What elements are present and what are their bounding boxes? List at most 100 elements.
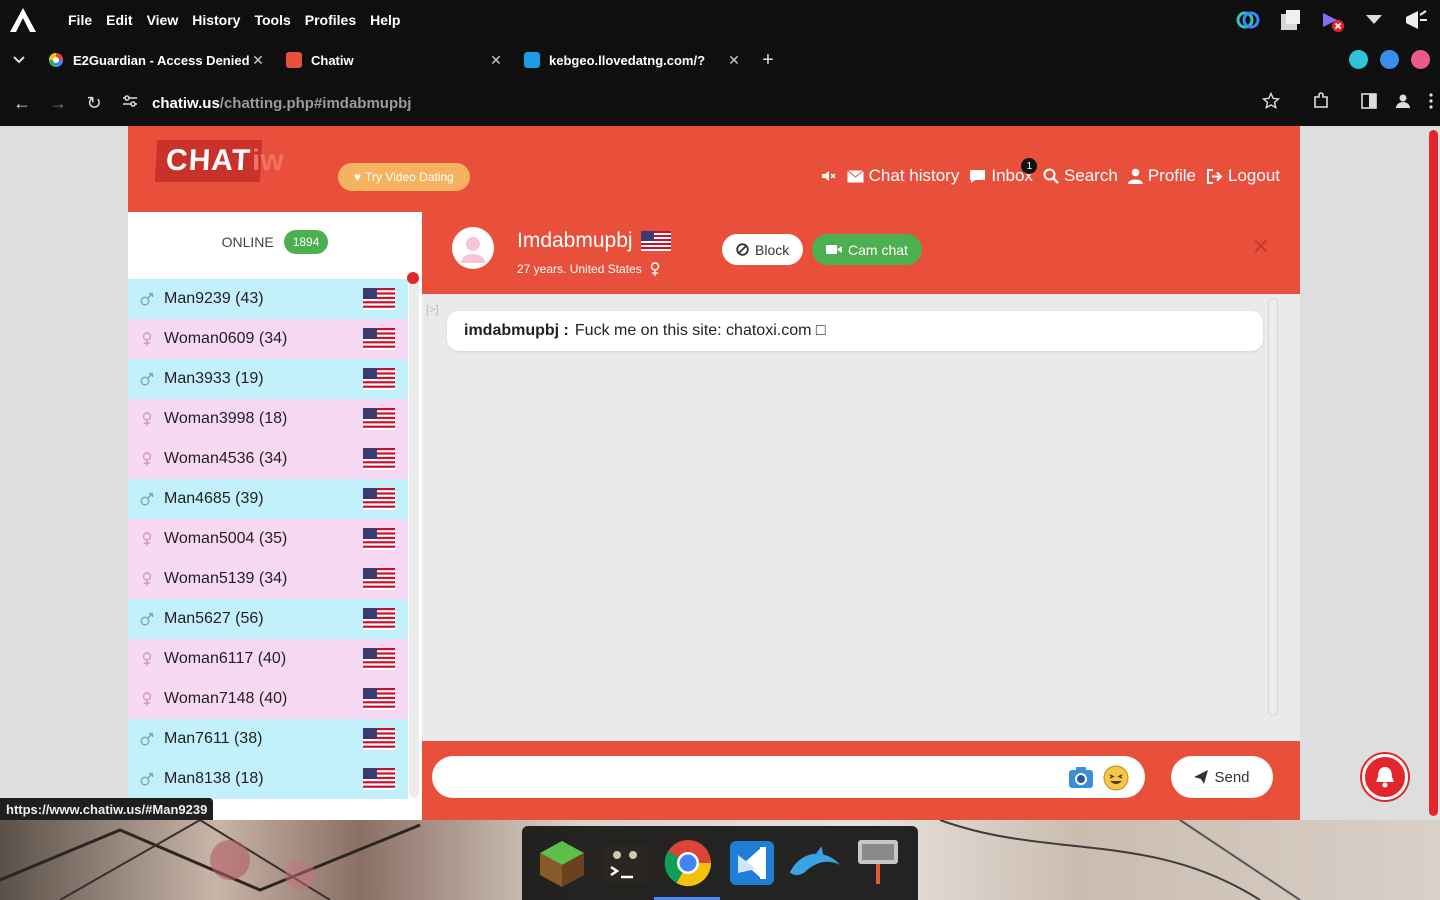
user-list-item[interactable]: Woman7148 (40) [128,679,408,719]
user-list-item[interactable]: Woman0609 (34) [128,319,408,359]
vpn-error-icon[interactable] [1318,6,1346,34]
menu-profiles[interactable]: Profiles [305,12,356,28]
tab-kebgeo[interactable]: kebgeo.llovedatng.com/? ✕ [514,40,752,80]
close-tab-icon[interactable]: ✕ [250,52,266,69]
bookmark-star-icon[interactable] [1261,91,1281,115]
site-settings-icon[interactable] [122,94,138,112]
user-list-item[interactable]: Woman6117 (40) [128,639,408,679]
message-input[interactable] [432,756,1145,798]
profile-link[interactable]: Profile [1127,166,1196,186]
window-dot-icon[interactable] [1411,50,1430,69]
sidebar-scrollbar[interactable] [409,274,419,798]
female-symbol-icon [140,532,154,546]
vscode-icon[interactable] [725,836,779,890]
megaphone-icon[interactable] [1402,6,1430,34]
menu-file[interactable]: File [68,12,92,28]
user-list-item[interactable]: Woman5139 (34) [128,559,408,599]
speaker-mute-icon [821,171,836,181]
user-list-item[interactable]: Man3933 (19) [128,359,408,399]
chevron-down-icon[interactable] [1360,6,1388,34]
inbox-link[interactable]: Inbox 1 [969,158,1038,186]
chrome-icon[interactable] [661,836,715,890]
messages-scrollbar[interactable] [1268,298,1278,716]
online-label: ONLINE [221,234,274,250]
user-list-item[interactable]: Man7611 (38) [128,719,408,759]
partner-name[interactable]: Imdabmupbj [517,229,633,253]
message-area: [>] imdabmupbj : Fuck me on this site: c… [422,294,1300,740]
cam-chat-button[interactable]: Cam chat [812,234,922,265]
user-list-item[interactable]: Man8138 (18) [128,759,408,799]
video-dating-label: Try Video Dating [365,170,454,184]
partner-name-row: Imdabmupbj [517,229,671,253]
search-label: Search [1063,166,1118,185]
sync-icon[interactable] [1234,6,1262,34]
menu-help[interactable]: Help [370,12,400,28]
user-name: Woman0609 (34) [164,330,288,347]
us-flag-icon [363,488,395,510]
mute-button[interactable] [821,169,837,183]
try-video-dating-button[interactable]: ♥ Try Video Dating [338,163,470,191]
text-editor-icon[interactable] [851,836,905,890]
page-scrollbar-thumb[interactable] [1429,130,1438,816]
user-list-item[interactable]: Woman3998 (18) [128,399,408,439]
message-composer: Send [422,741,1300,820]
terminal-icon[interactable] [598,836,652,890]
tab-chatiw[interactable]: Chatiw ✕ [276,40,514,80]
page-viewport: CHAT iw ♥ Try Video Dating Chat history … [0,126,1440,820]
logo-iw-text: iw [252,144,284,177]
video-camera-icon [826,245,842,254]
camera-upload-icon[interactable] [1068,765,1094,794]
close-tab-icon[interactable]: ✕ [488,52,504,69]
user-name: Man9239 (43) [164,290,264,307]
user-list-item[interactable]: Woman4536 (34) [128,439,408,479]
minecraft-launcher-icon[interactable] [535,836,589,890]
us-flag-icon [363,768,395,790]
tab-e2guardian[interactable]: E2Guardian - Access Denied ✕ [38,40,276,80]
user-name: Man8138 (18) [164,770,264,787]
new-tab-plus-icon[interactable]: + [752,49,784,72]
user-name: Man4685 (39) [164,490,264,507]
profile-avatar-icon[interactable] [1394,92,1412,115]
close-tab-icon[interactable]: ✕ [726,52,742,69]
window-dot-icon[interactable] [1349,50,1368,69]
more-vertical-icon[interactable] [1428,92,1434,115]
send-button[interactable]: Send [1171,756,1273,798]
sidepanel-icon[interactable] [1360,92,1378,115]
user-list-item[interactable]: Man5627 (56) [128,599,408,639]
menu-history[interactable]: History [192,12,240,28]
paper-plane-icon [1194,770,1209,784]
arc-logo-icon[interactable] [0,0,46,40]
menu-tools[interactable]: Tools [254,12,290,28]
window-dot-icon[interactable] [1380,50,1399,69]
collapse-icon[interactable]: [>] [426,304,439,316]
user-list-item[interactable]: Woman5004 (35) [128,519,408,559]
tab-list-chevron-icon[interactable] [0,40,38,80]
clipboard-icon[interactable] [1276,6,1304,34]
user-icon [1127,168,1143,184]
forward-arrow-icon[interactable]: → [40,85,76,121]
block-button[interactable]: Block [722,234,804,265]
notification-bell-icon[interactable] [1362,754,1408,800]
emoji-smile-icon[interactable] [1103,765,1129,796]
url-field[interactable]: chatiw.us/chatting.php#imdabmupbj [122,94,411,112]
close-chat-icon[interactable]: ✕ [1252,234,1270,260]
us-flag-icon [363,408,395,430]
back-arrow-icon[interactable]: ← [4,85,40,121]
dolphin-file-manager-icon[interactable] [788,836,842,890]
female-symbol-icon [140,692,154,706]
partner-avatar[interactable] [452,227,494,269]
user-list-item[interactable]: Man4685 (39) [128,479,408,519]
menu-edit[interactable]: Edit [106,12,132,28]
page-scrollbar[interactable] [1426,126,1440,820]
extensions-puzzle-icon[interactable] [1312,91,1330,115]
chat-history-link[interactable]: Chat history [846,166,959,186]
reload-icon[interactable]: ↻ [76,85,112,121]
window-controls [1349,50,1430,69]
logout-link[interactable]: Logout [1206,166,1280,186]
us-flag-icon [363,568,395,590]
menu-view[interactable]: View [147,12,179,28]
search-link[interactable]: Search [1043,166,1118,186]
female-symbol-icon [650,262,659,276]
user-list-item[interactable]: Man9239 (43) [128,279,408,319]
chatiw-logo[interactable]: CHAT iw [154,138,304,200]
